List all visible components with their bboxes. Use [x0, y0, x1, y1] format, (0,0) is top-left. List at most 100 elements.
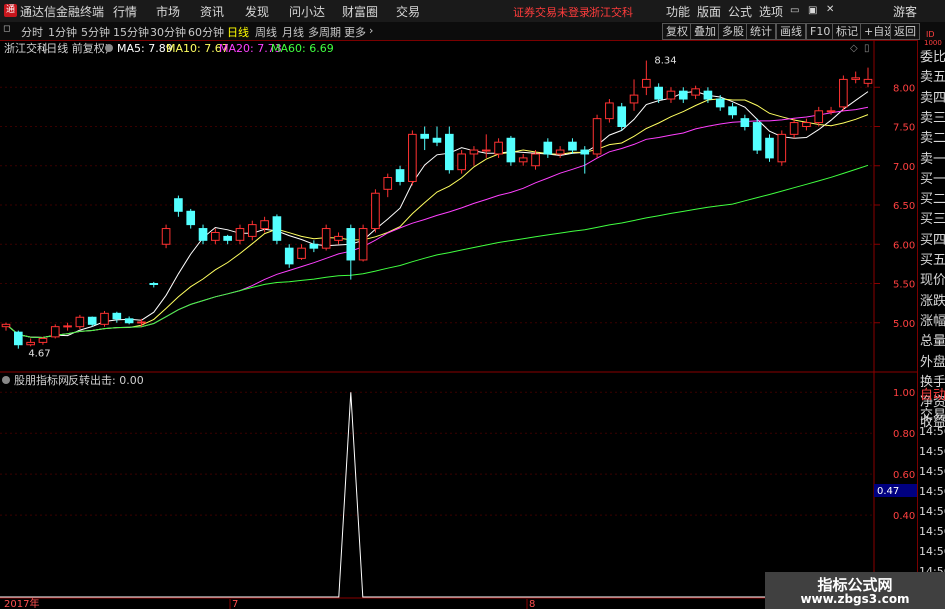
menu-item-hangqing[interactable]: 行情: [113, 3, 137, 20]
side-item-15: 外盘: [920, 354, 945, 370]
menu-item-gongshi[interactable]: 公式: [728, 3, 752, 20]
back-button[interactable]: 返回: [890, 23, 920, 40]
candle-body: [580, 149, 590, 155]
side-time-2: 14:56: [919, 465, 945, 478]
side-lower-1[interactable]: 交易: [920, 404, 945, 423]
chevron-right-icon[interactable]: ›: [369, 24, 373, 37]
candle-body: [555, 149, 565, 155]
tab-fenshi[interactable]: 分时: [21, 24, 43, 40]
candle-body: [678, 90, 688, 100]
candle-body: [789, 122, 799, 135]
ma-line-ma60: [5, 164, 869, 339]
candle-body: [161, 228, 171, 245]
diamond-icon[interactable]: ◇: [850, 43, 858, 54]
candle-body: [814, 110, 824, 124]
close-icon[interactable]: ✕: [826, 4, 834, 15]
menu-item-faxian[interactable]: 发现: [245, 3, 269, 20]
candle-body: [346, 228, 356, 261]
minimize-icon[interactable]: ▭: [790, 5, 799, 16]
tab-30min[interactable]: 30分钟: [150, 24, 186, 40]
tab-more[interactable]: 更多: [344, 24, 366, 40]
sub-tick-label: 0.80: [893, 429, 915, 440]
f10-button[interactable]: F10: [806, 23, 835, 40]
candle-body: [457, 153, 466, 171]
menu-item-gongneng[interactable]: 功能: [666, 3, 690, 20]
tab-15min[interactable]: 15分钟: [113, 24, 149, 40]
side-time-4: 14:56: [919, 505, 945, 518]
sub-panel-title: 股朋指标网: [14, 373, 69, 387]
tab-5min[interactable]: 5分钟: [81, 24, 110, 40]
draw-line-button[interactable]: 画线: [776, 23, 806, 40]
tab-multi-period[interactable]: 多周期: [308, 24, 341, 40]
price-tick-label: 5.50: [893, 280, 915, 291]
candle-body: [469, 149, 479, 155]
side-item-12: 涨跌: [920, 293, 945, 309]
candle-body: [100, 312, 109, 325]
candle-body: [543, 141, 553, 155]
candle-body: [617, 106, 627, 127]
menu-item-caifuquan[interactable]: 财富圈: [342, 3, 378, 20]
guest-label[interactable]: 游客: [893, 3, 917, 20]
side-item-2: 卖四: [920, 90, 945, 106]
login-notice[interactable]: 证券交易未登录: [513, 4, 590, 20]
menu-item-zixun[interactable]: 资讯: [200, 3, 224, 20]
fuquan-button[interactable]: 复权: [662, 23, 692, 40]
candle-body: [752, 122, 762, 151]
candle-body: [137, 321, 146, 324]
candle-body: [124, 318, 134, 324]
xaxis-label-jul: 7: [232, 599, 238, 609]
candle-body: [851, 77, 861, 80]
menu-item-banmian[interactable]: 版面: [697, 3, 721, 20]
multi-stock-button[interactable]: 多股: [718, 23, 748, 40]
candle-body: [260, 220, 269, 230]
menu-item-xuanxiang[interactable]: 选项: [759, 3, 783, 20]
candle-body: [112, 312, 122, 320]
candle-body: [863, 78, 873, 84]
tab-weekly[interactable]: 周线: [255, 24, 277, 40]
side-item-14: 总量: [920, 334, 945, 350]
statistics-button[interactable]: 统计: [746, 23, 776, 40]
side-lower-0[interactable]: 自动: [920, 384, 945, 403]
side-time-6: 14:56: [919, 545, 945, 558]
price-tick-label: 7.50: [893, 123, 915, 134]
candle-body: [666, 90, 676, 100]
mark-button[interactable]: 标记: [832, 23, 862, 40]
candle-body: [654, 86, 663, 100]
toggle-icon[interactable]: ◻: [3, 24, 10, 34]
candle-body: [642, 78, 651, 88]
tab-daily[interactable]: 日线: [227, 24, 249, 40]
settings-dot-icon[interactable]: [105, 44, 113, 52]
candle-body: [38, 337, 48, 343]
side-item-13: 涨幅: [920, 313, 945, 329]
sub-tick-label: 0.40: [893, 511, 915, 522]
candle-body: [481, 149, 491, 152]
tab-1min[interactable]: 1分钟: [48, 24, 77, 40]
menu-item-jiaoyi[interactable]: 交易: [396, 3, 420, 20]
candle-body: [50, 326, 60, 338]
tab-60min[interactable]: 60分钟: [188, 24, 224, 40]
candle-body: [728, 106, 737, 116]
overlay-button[interactable]: 叠加: [690, 23, 720, 40]
sub-settings-icon[interactable]: [2, 376, 10, 384]
menu-item-shichang[interactable]: 市场: [156, 3, 180, 20]
restore-icon[interactable]: ▣: [808, 5, 817, 16]
tab-monthly[interactable]: 月线: [282, 24, 304, 40]
stock-name-header: 浙江交科: [589, 6, 633, 19]
candle-body: [432, 137, 442, 143]
candle-body: [802, 122, 811, 127]
menu-item-wenxiaoda[interactable]: 问小达: [289, 3, 325, 20]
expand-icon[interactable]: ▯: [864, 43, 870, 54]
candle-body: [186, 210, 196, 226]
chart-subtitle: (日线 前复权): [42, 41, 109, 55]
candle-body: [284, 247, 294, 265]
side-item-11: 现价: [920, 273, 945, 289]
candle-body: [383, 177, 393, 190]
side-time-5: 14:56: [919, 525, 945, 538]
kline-chart[interactable]: 8.007.507.006.506.005.505.00 浙江交科 (日线 前复…: [0, 40, 945, 609]
candle-body: [321, 228, 331, 249]
candle-body: [691, 88, 700, 96]
candle-body: [839, 78, 848, 108]
candle-body: [87, 316, 97, 325]
price-tick-label: 6.00: [893, 240, 915, 251]
side-time-0: 14:56: [919, 425, 945, 438]
